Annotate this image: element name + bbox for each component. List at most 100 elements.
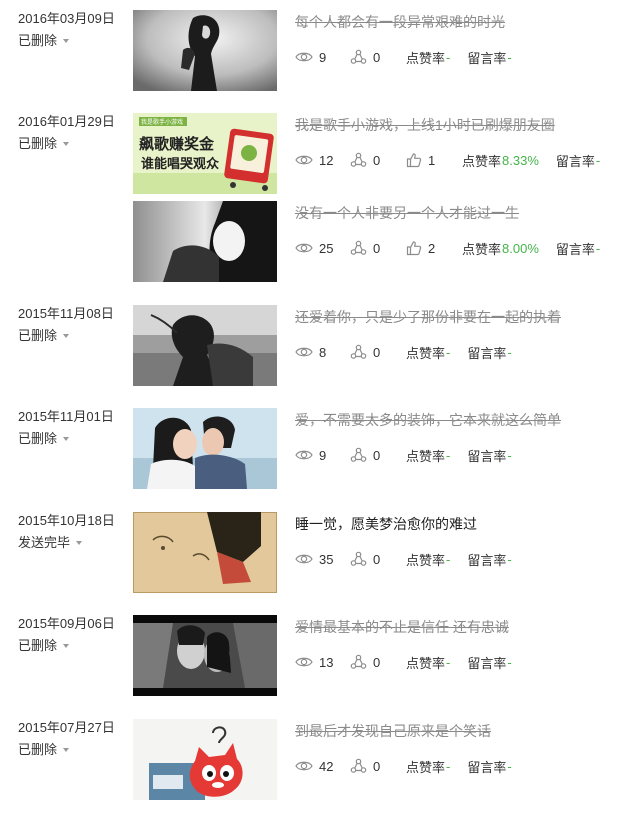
like-count: 1	[406, 152, 462, 168]
read-count: 8	[295, 345, 350, 360]
status-dropdown[interactable]: 已删除	[18, 327, 128, 345]
share-count: 0	[350, 49, 406, 66]
share-icon	[350, 152, 367, 167]
thumbnail-image	[133, 201, 277, 282]
article-stats: 25 0 2 点赞率 8.00% 留言率 -	[295, 238, 600, 258]
thumbnail-image	[133, 719, 277, 800]
article-thumbnail[interactable]	[133, 615, 277, 696]
share-count: 0	[350, 344, 406, 361]
caret-down-icon	[63, 748, 70, 752]
article-thumbnail[interactable]	[133, 512, 277, 593]
article-item[interactable]: 爱，不需要太多的装饰，它本来就这么简单 9 0 点赞率 - 留言率 -	[133, 408, 613, 489]
article-thumbnail[interactable]	[133, 408, 277, 489]
like-rate: 点赞率 -	[406, 49, 451, 66]
article-item[interactable]: 还爱着你，只是少了那份非要在一起的执着 8 0 点赞率 - 留言率 -	[133, 305, 613, 386]
eye-icon	[295, 155, 313, 165]
banner-line1: 飙歌赚奖金	[139, 135, 215, 153]
eye-icon	[295, 347, 313, 357]
article-thumbnail[interactable]	[133, 719, 277, 800]
article-title[interactable]: 爱，不需要太多的装饰，它本来就这么简单	[295, 411, 561, 429]
status-dropdown[interactable]: 已删除	[18, 135, 128, 153]
caret-down-icon	[63, 437, 70, 441]
article-stats: 13 0 点赞率 - 留言率 -	[295, 652, 512, 672]
article-item[interactable]: 到最后才发现自己原来是个笑话 42 0 点赞率 - 留言率 -	[133, 719, 613, 800]
article-title[interactable]: 还爱着你，只是少了那份非要在一起的执着	[295, 308, 561, 326]
banner-line2: 谁能唱哭观众	[141, 156, 219, 172]
caret-down-icon	[63, 334, 70, 338]
comment-rate: 留言率 -	[467, 344, 512, 361]
caret-down-icon	[63, 644, 70, 648]
article-title[interactable]: 睡一觉，愿美梦治愈你的难过	[295, 515, 477, 533]
status-dropdown[interactable]: 已删除	[18, 32, 128, 50]
article-stats: 42 0 点赞率 - 留言率 -	[295, 756, 512, 776]
group-meta: 2015年10月18日 发送完毕	[18, 512, 128, 552]
publish-date: 2015年11月08日	[18, 306, 114, 321]
share-count: 0	[350, 758, 406, 775]
eye-icon	[295, 554, 313, 564]
caret-down-icon	[63, 39, 70, 43]
share-count: 0	[350, 551, 406, 568]
status-dropdown[interactable]: 已删除	[18, 430, 128, 448]
article-item[interactable]: 每个人都会有一段异常艰难的时光 9 0 点赞率 - 留言率 -	[133, 10, 613, 91]
article-title[interactable]: 我是歌手小游戏，上线1小时已刷爆朋友圈	[295, 116, 555, 134]
publish-date: 2016年03月09日	[18, 11, 115, 26]
article-thumbnail[interactable]: 我是歌手小游戏 飙歌赚奖金 谁能唱哭观众	[133, 113, 277, 194]
eye-icon	[295, 761, 313, 771]
article-item[interactable]: 睡一觉，愿美梦治愈你的难过 35 0 点赞率 - 留言率 -	[133, 512, 613, 593]
like-count: 2	[406, 240, 462, 256]
caret-down-icon	[63, 142, 70, 146]
comment-rate: 留言率 -	[555, 152, 601, 169]
publish-date: 2015年11月01日	[18, 409, 114, 424]
publish-date: 2015年07月27日	[18, 720, 115, 735]
like-rate: 点赞率 -	[406, 344, 451, 361]
comment-rate: 留言率 -	[467, 551, 512, 568]
article-stats: 9 0 点赞率 - 留言率 -	[295, 445, 512, 465]
banner-tag: 我是歌手小游戏	[141, 118, 183, 126]
article-title[interactable]: 每个人都会有一段异常艰难的时光	[295, 13, 505, 31]
share-count: 0	[350, 152, 406, 169]
read-count: 9	[295, 448, 350, 463]
article-stats: 8 0 点赞率 - 留言率 -	[295, 342, 512, 362]
share-icon	[350, 240, 367, 255]
share-count: 0	[350, 654, 406, 671]
article-title[interactable]: 没有一个人非要另一个人才能过一生	[295, 204, 519, 222]
article-item[interactable]: 没有一个人非要另一个人才能过一生 25 0 2 点赞率 8.00% 留言率 -	[133, 201, 613, 282]
status-dropdown[interactable]: 已删除	[18, 637, 128, 655]
status-dropdown[interactable]: 已删除	[18, 741, 128, 759]
status-label: 已删除	[18, 431, 58, 446]
article-stats: 35 0 点赞率 - 留言率 -	[295, 549, 512, 569]
article-thumbnail[interactable]	[133, 201, 277, 282]
article-title[interactable]: 到最后才发现自己原来是个笑话	[295, 722, 491, 740]
status-label: 已删除	[18, 742, 58, 757]
share-count: 0	[350, 447, 406, 464]
article-title[interactable]: 爱情最基本的不止是信任 还有忠诚	[295, 618, 509, 636]
group-meta: 2015年09月06日 已删除	[18, 615, 128, 655]
thumbnail-image	[133, 10, 277, 91]
article-thumbnail[interactable]	[133, 305, 277, 386]
like-rate: 点赞率 -	[406, 758, 451, 775]
group-meta: 2016年03月09日 已删除	[18, 10, 128, 50]
group-meta: 2015年07月27日 已删除	[18, 719, 128, 759]
read-count: 35	[295, 552, 350, 567]
read-count: 9	[295, 50, 350, 65]
like-rate: 点赞率 8.00%	[462, 240, 539, 257]
article-item[interactable]: 我是歌手小游戏 飙歌赚奖金 谁能唱哭观众 我是歌手小游戏，上线1小时已刷爆朋友圈…	[133, 113, 613, 194]
article-stats: 12 0 1 点赞率 8.33% 留言率 -	[295, 150, 600, 170]
share-icon	[350, 551, 367, 566]
eye-icon	[295, 450, 313, 460]
share-icon	[350, 654, 367, 669]
article-thumbnail[interactable]	[133, 10, 277, 91]
like-rate: 点赞率 -	[406, 654, 451, 671]
group-meta: 2016年01月29日 已删除	[18, 113, 128, 153]
status-label: 已删除	[18, 328, 58, 343]
comment-rate: 留言率 -	[555, 240, 601, 257]
comment-rate: 留言率 -	[467, 447, 512, 464]
thumbs-up-icon	[406, 241, 422, 256]
comment-rate: 留言率 -	[467, 49, 512, 66]
thumbnail-image	[133, 615, 277, 696]
status-label: 已删除	[18, 33, 58, 48]
status-dropdown[interactable]: 发送完毕	[18, 534, 128, 552]
comment-rate: 留言率 -	[467, 654, 512, 671]
thumbnail-image: 我是歌手小游戏 飙歌赚奖金 谁能唱哭观众	[133, 113, 277, 194]
article-item[interactable]: 爱情最基本的不止是信任 还有忠诚 13 0 点赞率 - 留言率 -	[133, 615, 613, 696]
